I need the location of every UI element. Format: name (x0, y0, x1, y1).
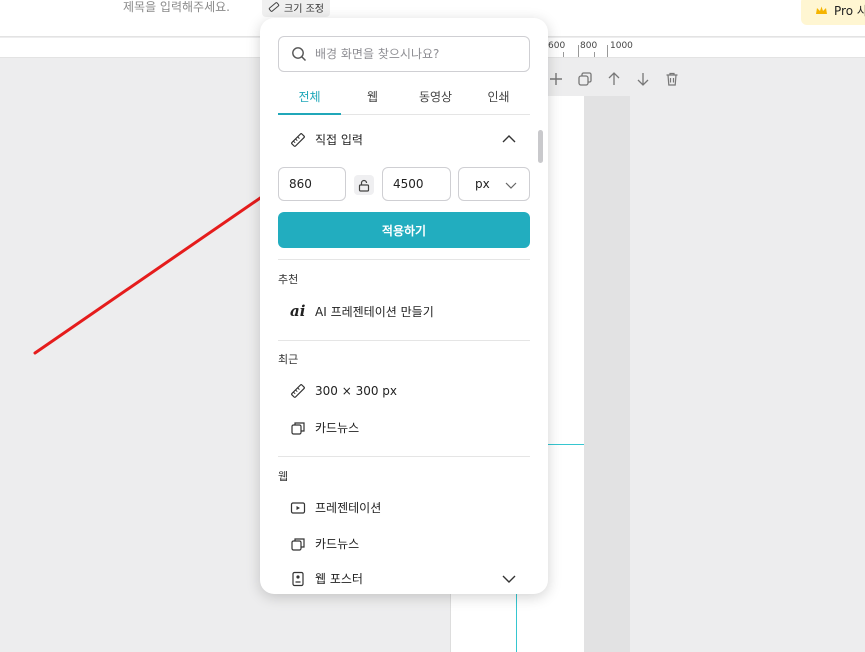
divider (278, 456, 530, 457)
tab-all[interactable]: 전체 (278, 84, 341, 115)
ruler-icon (291, 132, 305, 147)
cards-icon (291, 421, 305, 435)
recent-heading: 최근 (278, 353, 299, 366)
cards-icon (291, 537, 305, 551)
poster-icon (292, 571, 304, 586)
height-input[interactable]: 4500 (382, 167, 451, 201)
width-input[interactable]: 860 (278, 167, 346, 201)
ruler-icon (291, 384, 305, 398)
search-input[interactable] (315, 47, 515, 61)
unlock-icon (358, 179, 370, 192)
custom-size-header[interactable]: 직접 입력 (290, 131, 363, 148)
list-item-recent-size[interactable]: 300 × 300 px (290, 383, 397, 399)
height-value: 4500 (393, 177, 424, 191)
divider (278, 340, 530, 341)
aspect-lock-button[interactable] (354, 175, 374, 195)
tab-video[interactable]: 동영상 (404, 84, 467, 114)
list-item-label: 웹 포스터 (315, 572, 363, 586)
apply-button[interactable]: 적용하기 (278, 212, 530, 248)
recommended-heading: 추천 (278, 273, 299, 286)
list-item-ai-presentation[interactable]: ai AI 프레젠테이션 만들기 (290, 302, 434, 320)
chevron-down-icon[interactable] (501, 573, 517, 585)
tab-web[interactable]: 웹 (341, 84, 404, 114)
list-item-label: AI 프레젠테이션 만들기 (315, 304, 434, 319)
custom-size-title: 직접 입력 (315, 133, 363, 147)
list-item-label: 300 × 300 px (315, 384, 398, 398)
width-value: 860 (289, 177, 312, 191)
panel-scrollbar[interactable] (538, 130, 543, 163)
tab-print[interactable]: 인쇄 (467, 84, 530, 114)
category-tabs: 전체 웹 동영상 인쇄 (278, 84, 530, 115)
divider (278, 259, 530, 260)
search-box[interactable] (278, 36, 530, 72)
chevron-up-icon[interactable] (501, 133, 517, 145)
list-item-presentation[interactable]: 프레젠테이션 (290, 499, 381, 516)
list-item-recent-cardnews[interactable]: 카드뉴스 (290, 419, 359, 436)
list-item-label: 카드뉴스 (315, 421, 360, 435)
list-item-label: 카드뉴스 (315, 537, 360, 551)
list-item-cardnews[interactable]: 카드뉴스 (290, 535, 359, 552)
list-item-label: 프레젠테이션 (315, 501, 382, 515)
play-icon (290, 501, 306, 514)
search-icon (292, 47, 307, 62)
ai-icon: ai (290, 302, 306, 320)
list-item-web-poster[interactable]: 웹 포스터 (290, 570, 363, 587)
unit-value: px (475, 177, 490, 191)
unit-select[interactable]: px (458, 167, 530, 201)
web-heading: 웹 (278, 470, 289, 483)
chevron-down-icon (505, 182, 517, 189)
resize-panel: 전체 웹 동영상 인쇄 직접 입력 860 4500 px 적용하기 추천 ai… (260, 18, 548, 594)
